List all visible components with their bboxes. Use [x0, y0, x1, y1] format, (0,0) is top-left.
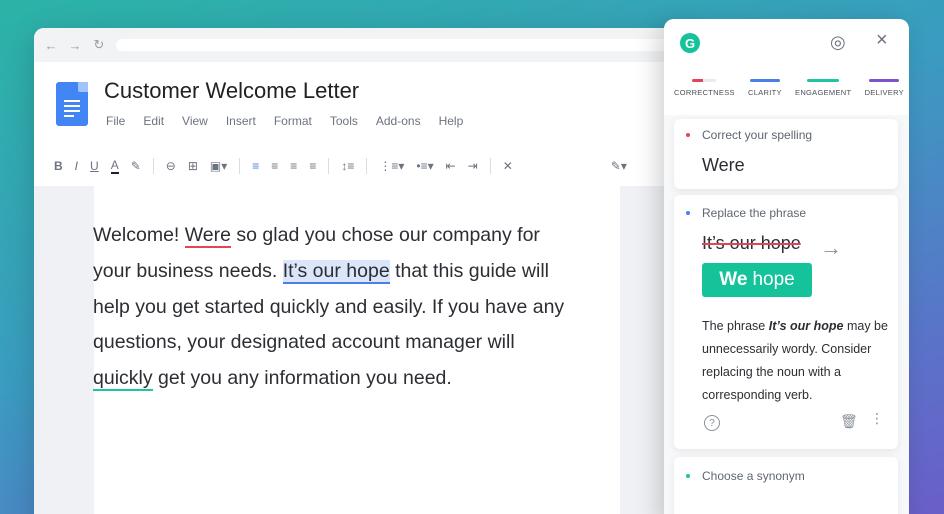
grammarly-logo-icon[interactable]: G [680, 33, 700, 53]
suggestion-type-label: Correct your spelling [702, 128, 813, 142]
numbered-list-icon[interactable]: ⋮≡▾ [379, 159, 404, 173]
text-color-button[interactable]: A [110, 158, 119, 174]
suggestion-card-synonym[interactable]: Choose a synonym [674, 457, 898, 514]
align-left-icon[interactable]: ≡ [252, 159, 259, 173]
more-options-icon[interactable]: ⋮ [870, 411, 884, 425]
spelling-issue-were[interactable]: Were [184, 224, 231, 248]
doc-header: Customer Welcome Letter File Edit View I… [34, 62, 694, 128]
bold-button[interactable]: B [54, 159, 63, 173]
align-center-icon[interactable]: ≡ [271, 159, 278, 173]
format-toolbar: B I U A ✎ ⊖ ⊞ ▣▾ ≡ ≡ ≡ ≡ ↕≡ ⋮≡▾ •≡▾ ⇤ ⇥ … [34, 150, 694, 182]
reload-icon[interactable]: ↻ [92, 37, 106, 53]
original-phrase: It’s our hope [702, 233, 801, 253]
clarity-dot [686, 211, 690, 215]
menu-file[interactable]: File [106, 114, 125, 128]
document-body[interactable]: Welcome! Were so glad you chose our comp… [93, 218, 573, 397]
highlight-icon[interactable]: ✎ [131, 159, 141, 173]
tab-clarity[interactable]: CLARITY [748, 79, 782, 97]
editing-mode-icon[interactable]: ✎▾ [611, 159, 627, 173]
document-title[interactable]: Customer Welcome Letter [104, 78, 359, 104]
engagement-dot [686, 474, 690, 478]
increase-indent-icon[interactable]: ⇥ [468, 159, 478, 173]
text-run: get you any information you need. [152, 367, 452, 390]
line-spacing-icon[interactable]: ↕≡ [341, 159, 354, 173]
close-icon[interactable]: × [876, 29, 888, 52]
suggestion-card-clarity: Replace the phrase It’s our hope → We hop… [674, 195, 898, 449]
align-right-icon[interactable]: ≡ [290, 159, 297, 173]
text-run: Welcome! [93, 224, 185, 246]
clear-formatting-icon[interactable]: ✕ [503, 159, 513, 173]
divider [489, 158, 491, 174]
suggestion-type-label: Choose a synonym [702, 469, 805, 483]
tab-delivery[interactable]: DELIVERY [865, 79, 904, 97]
tab-correctness[interactable]: CORRECTNESS [674, 79, 735, 97]
link-icon[interactable]: ⊖ [166, 159, 176, 173]
engagement-issue-quickly[interactable]: quickly [93, 367, 153, 392]
goals-target-icon[interactable]: ◎ [830, 32, 846, 53]
panel-header: G ◎ × CORRECTNESS CLARITY ENGAGEMENT DEL… [664, 19, 909, 115]
menu-bar: File Edit View Insert Format Tools Add-o… [106, 114, 463, 128]
suggestion-explanation: The phrase It’s our hope may be unnecess… [702, 319, 888, 402]
image-icon[interactable]: ▣▾ [210, 159, 227, 173]
tab-engagement[interactable]: ENGAGEMENT [795, 79, 851, 97]
address-bar[interactable] [116, 39, 694, 51]
correctness-dot [686, 133, 690, 137]
comment-icon[interactable]: ⊞ [188, 159, 198, 173]
menu-insert[interactable]: Insert [226, 114, 256, 128]
category-tabs: CORRECTNESS CLARITY ENGAGEMENT DELIVERY [674, 79, 904, 97]
decrease-indent-icon[interactable]: ⇤ [446, 159, 456, 173]
menu-tools[interactable]: Tools [330, 114, 358, 128]
menu-add-ons[interactable]: Add-ons [376, 114, 421, 128]
forward-icon[interactable]: → [68, 38, 82, 53]
back-icon[interactable]: ← [44, 38, 58, 53]
align-justify-icon[interactable]: ≡ [309, 159, 316, 173]
trash-icon[interactable]: 🗑 [840, 413, 858, 430]
suggestion-word: Were [702, 155, 745, 175]
suggestion-type-label: Replace the phrase [702, 206, 807, 220]
menu-edit[interactable]: Edit [143, 114, 164, 128]
underline-button[interactable]: U [90, 159, 99, 173]
divider [366, 158, 368, 174]
menu-help[interactable]: Help [439, 114, 464, 128]
menu-format[interactable]: Format [274, 114, 312, 128]
divider [328, 158, 330, 174]
divider [152, 158, 154, 174]
grammarly-panel: G ◎ × CORRECTNESS CLARITY ENGAGEMENT DEL… [664, 19, 909, 514]
arrow-right-icon: → [820, 235, 842, 260]
help-icon[interactable]: ? [704, 415, 720, 431]
accept-replacement-button[interactable]: We hope [702, 263, 812, 297]
browser-toolbar: ← → ↻ [34, 28, 694, 62]
divider [239, 158, 241, 174]
menu-view[interactable]: View [182, 114, 208, 128]
clarity-issue-phrase[interactable]: It’s our hope [282, 259, 390, 284]
suggestion-card-spelling[interactable]: Correct your spelling Were [674, 119, 898, 189]
google-docs-icon[interactable] [56, 82, 88, 126]
italic-button[interactable]: I [75, 159, 78, 173]
bulleted-list-icon[interactable]: •≡▾ [416, 159, 433, 173]
